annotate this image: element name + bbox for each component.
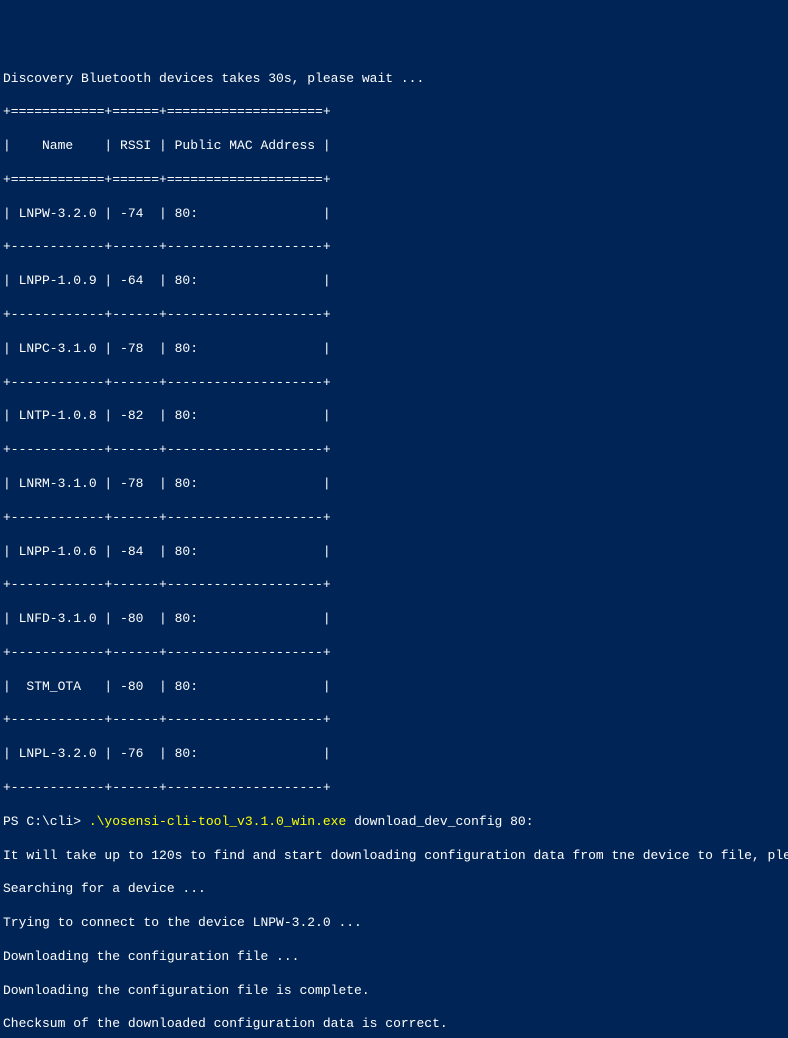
table-row: | LNPP-1.0.6 | -84 | 80: | [3, 544, 785, 561]
table-row: | LNPC-3.1.0 | -78 | 80: | [3, 341, 785, 358]
ps-prompt: PS C:\cli> [3, 814, 89, 829]
output-line: Downloading the configuration file ... [3, 949, 785, 966]
table-row: | LNTP-1.0.8 | -82 | 80: | [3, 408, 785, 425]
table-border-top: +============+======+===================… [3, 104, 785, 121]
table-row: | LNPP-1.0.9 | -64 | 80: | [3, 273, 785, 290]
command-exe: .\yosensi-cli-tool_v3.1.0_win.exe [89, 814, 346, 829]
table-row-sep: +------------+------+-------------------… [3, 442, 785, 459]
table-row: | LNPW-3.2.0 | -74 | 80: | [3, 206, 785, 223]
command-args: download_dev_config 80: [346, 814, 533, 829]
table-row: | LNRM-3.1.0 | -78 | 80: | [3, 476, 785, 493]
table-row-sep: +------------+------+-------------------… [3, 239, 785, 256]
command-line[interactable]: PS C:\cli> .\yosensi-cli-tool_v3.1.0_win… [3, 814, 785, 831]
output-line: It will take up to 120s to find and star… [3, 848, 785, 865]
table-row: | LNFD-3.1.0 | -80 | 80: | [3, 611, 785, 628]
table-row: | LNPL-3.2.0 | -76 | 80: | [3, 746, 785, 763]
table-row-sep: +------------+------+-------------------… [3, 307, 785, 324]
output-line: Searching for a device ... [3, 881, 785, 898]
table-sep: +============+======+===================… [3, 172, 785, 189]
table-row-sep: +------------+------+-------------------… [3, 577, 785, 594]
table-row-sep: +------------+------+-------------------… [3, 780, 785, 797]
table-row-sep: +------------+------+-------------------… [3, 510, 785, 527]
discovery-message: Discovery Bluetooth devices takes 30s, p… [3, 71, 785, 88]
table-row-sep: +------------+------+-------------------… [3, 645, 785, 662]
table-row-sep: +------------+------+-------------------… [3, 712, 785, 729]
table-header: | Name | RSSI | Public MAC Address | [3, 138, 785, 155]
output-line: Downloading the configuration file is co… [3, 983, 785, 1000]
table-row-sep: +------------+------+-------------------… [3, 375, 785, 392]
output-line: Trying to connect to the device LNPW-3.2… [3, 915, 785, 932]
output-line: Checksum of the downloaded configuration… [3, 1016, 785, 1033]
table-row: | STM_OTA | -80 | 80: | [3, 679, 785, 696]
